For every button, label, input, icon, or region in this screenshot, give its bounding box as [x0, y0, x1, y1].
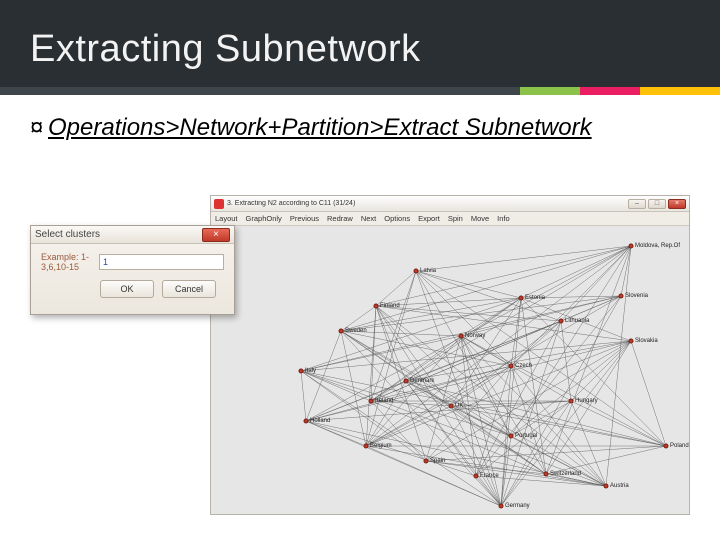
menubar: Layout GraphOnly Previous Redraw Next Op… — [211, 212, 689, 226]
dialog-body: Example: 1-3,6,10-15 OK Cancel — [31, 244, 234, 306]
network-window: 3. Extracting N2 according to C11 (31/24… — [210, 195, 690, 515]
menu-path-text: Operations>Network+Partition>Extract Sub… — [48, 114, 592, 141]
dialog-title: Select clusters — [35, 229, 100, 240]
cancel-button[interactable]: Cancel — [162, 280, 216, 298]
graph-node-label: Belgium — [370, 443, 392, 449]
graph-node[interactable] — [544, 472, 549, 477]
menu-layout[interactable]: Layout — [215, 214, 238, 223]
graph-node-label: UK — [455, 403, 463, 409]
graph-node[interactable] — [519, 296, 524, 301]
menu-previous[interactable]: Previous — [290, 214, 319, 223]
window-controls: – □ × — [628, 199, 686, 209]
app-icon — [214, 199, 224, 209]
graph-node-label: Switzerland — [550, 471, 581, 477]
graph-node-label: Norway — [465, 333, 485, 339]
graph-node-label: Moldova, Rep.Of — [635, 243, 680, 249]
graph-node-label: Lithuania — [565, 318, 589, 324]
graph-node[interactable] — [509, 434, 514, 439]
graph-node[interactable] — [374, 304, 379, 309]
clusters-input[interactable] — [99, 254, 224, 270]
graph-node-label: Estonia — [525, 295, 545, 301]
graph-node[interactable] — [604, 484, 609, 489]
example-label: Example: 1-3,6,10-15 — [41, 252, 93, 272]
graph-node-label: Germany — [505, 503, 530, 509]
dialog-close-button[interactable]: × — [202, 228, 230, 242]
graph-node-label: Finland — [380, 303, 400, 309]
menu-spin[interactable]: Spin — [448, 214, 463, 223]
graph-node[interactable] — [629, 244, 634, 249]
graph-edges — [211, 226, 689, 514]
graph-node-label: Italy — [305, 368, 316, 374]
graph-node[interactable] — [559, 319, 564, 324]
graph-node[interactable] — [364, 444, 369, 449]
graph-node[interactable] — [304, 419, 309, 424]
graph-node-label: Holland — [310, 418, 330, 424]
menu-export[interactable]: Export — [418, 214, 440, 223]
menu-redraw[interactable]: Redraw — [327, 214, 353, 223]
graph-node[interactable] — [369, 399, 374, 404]
graph-node-label: Denmark — [410, 378, 434, 384]
graph-node-label: Slovenia — [625, 293, 648, 299]
graph-node-label: Hungary — [575, 398, 598, 404]
graph-node-label: Ireland — [375, 398, 393, 404]
minimize-button[interactable]: – — [628, 199, 646, 209]
graph-node[interactable] — [449, 404, 454, 409]
graph-node-label: Slovakia — [635, 338, 658, 344]
ok-button[interactable]: OK — [100, 280, 154, 298]
app-titlebar[interactable]: 3. Extracting N2 according to C11 (31/24… — [211, 196, 689, 212]
maximize-button[interactable]: □ — [648, 199, 666, 209]
graph-node-label: Spain — [430, 458, 445, 464]
graph-node[interactable] — [499, 504, 504, 509]
menu-move[interactable]: Move — [471, 214, 489, 223]
graph-node-label: Portugal — [515, 433, 537, 439]
graph-node[interactable] — [459, 334, 464, 339]
graph-node-label: France — [480, 473, 499, 479]
graph-node[interactable] — [619, 294, 624, 299]
graph-node[interactable] — [424, 459, 429, 464]
window-title: 3. Extracting N2 according to C11 (31/24… — [227, 200, 625, 207]
select-clusters-dialog: Select clusters × Example: 1-3,6,10-15 O… — [30, 225, 235, 315]
graph-canvas[interactable]: Moldova, Rep.Of Latvia Slovenia Finland Esto… — [211, 226, 689, 514]
graph-node[interactable] — [569, 399, 574, 404]
graph-node[interactable] — [299, 369, 304, 374]
graph-node[interactable] — [664, 444, 669, 449]
graph-node[interactable] — [509, 364, 514, 369]
graph-node[interactable] — [339, 329, 344, 334]
graph-node-label: Czech — [515, 363, 532, 369]
accent-stripes — [520, 87, 720, 95]
graph-node[interactable] — [474, 474, 479, 479]
graph-node[interactable] — [404, 379, 409, 384]
menu-options[interactable]: Options — [384, 214, 410, 223]
menu-graphonly[interactable]: GraphOnly — [246, 214, 282, 223]
close-button[interactable]: × — [668, 199, 686, 209]
graph-node[interactable] — [629, 339, 634, 344]
graph-node-label: Latvia — [420, 268, 436, 274]
graph-node-label: Poland — [670, 443, 689, 449]
menu-path-line: ¤Operations>Network+Partition>Extract Su… — [0, 95, 720, 153]
menu-info[interactable]: Info — [497, 214, 510, 223]
screenshot-area: 3. Extracting N2 according to C11 (31/24… — [30, 195, 690, 520]
graph-node[interactable] — [414, 269, 419, 274]
slide-title: Extracting Subnetwork — [0, 0, 720, 71]
slide-header: Extracting Subnetwork — [0, 0, 720, 95]
dialog-titlebar[interactable]: Select clusters × — [31, 226, 234, 244]
menu-next[interactable]: Next — [361, 214, 376, 223]
graph-node-label: Sweden — [345, 328, 367, 334]
bullet-icon: ¤ — [30, 113, 48, 143]
graph-node-label: Austria — [610, 483, 629, 489]
